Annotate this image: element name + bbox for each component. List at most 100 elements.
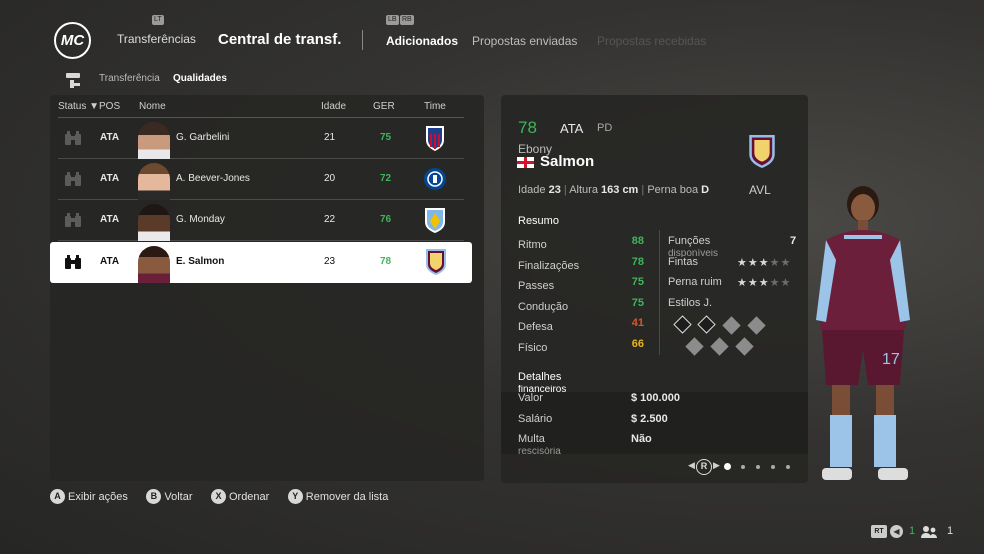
transfer-icon <box>64 69 84 89</box>
footer-actions: A Exibir ações B Voltar X Ordenar Y Remover … <box>50 488 402 506</box>
player-row[interactable]: ATA A. Beever-Jones 20 72 <box>58 159 464 200</box>
player-name: G. Garbelini <box>176 132 230 143</box>
section-label: Transferências <box>117 32 196 46</box>
lb-button-hint: LB <box>386 15 399 25</box>
aston-villa-crest-large-icon <box>749 134 775 169</box>
player-render: 17 <box>808 180 918 500</box>
svg-text:17: 17 <box>882 351 900 368</box>
player-row-selected[interactable]: ATA E. Salmon 23 78 <box>50 242 472 283</box>
weak-foot-label: Perna ruim <box>668 276 722 288</box>
player-name: E. Salmon <box>176 256 225 267</box>
page-dot-active[interactable] <box>724 463 731 470</box>
player-age: 20 <box>324 173 336 184</box>
b-button-icon[interactable]: B <box>146 489 162 505</box>
header-divider <box>362 30 363 50</box>
a-button-icon[interactable]: A <box>50 489 65 505</box>
value-label: Valor <box>518 392 543 404</box>
player-ovr: 72 <box>380 173 392 184</box>
right-stick-button[interactable]: R <box>696 459 712 475</box>
club-abbreviation: AVL <box>749 183 771 197</box>
subtab-qualidades[interactable]: Qualidades <box>173 73 227 84</box>
wage-label: Salário <box>518 413 553 425</box>
release-clause-sublabel: rescisória <box>518 447 561 454</box>
player-name: A. Beever-Jones <box>176 173 250 184</box>
blue-crest-icon <box>425 208 445 233</box>
column-pos[interactable]: POS <box>99 101 120 112</box>
page-title: Central de transf. <box>218 31 342 48</box>
scout-binoculars-icon <box>65 172 81 186</box>
column-age[interactable]: Idade <box>321 101 346 112</box>
player-age: 21 <box>324 132 336 143</box>
release-clause-label: Multa <box>518 433 545 445</box>
player-main-position: ATA <box>560 121 584 136</box>
value-amount: $ 100.000 <box>631 392 680 404</box>
attribute-row: Físico 66 <box>518 337 644 354</box>
page-dot[interactable] <box>741 465 745 469</box>
lt-button-hint: LT <box>152 15 164 25</box>
player-row[interactable]: ATA G. Monday 22 76 <box>58 200 464 241</box>
playstyles-label: Estilos J. <box>668 297 713 309</box>
page-dot[interactable] <box>771 465 775 469</box>
player-position: ATA <box>100 214 120 225</box>
player-last-name: Salmon <box>540 153 595 170</box>
action-voltar[interactable]: Voltar <box>164 491 192 503</box>
scout-binoculars-icon <box>65 213 81 227</box>
player-portrait <box>138 246 170 283</box>
attribute-row: Passes 75 <box>518 276 644 292</box>
functions-value: 7 <box>790 235 797 247</box>
tab-propostas-enviadas[interactable]: Propostas enviadas <box>472 34 577 48</box>
attribute-divider <box>659 230 660 355</box>
y-button-icon[interactable]: Y <box>287 489 303 505</box>
summary-title: Resumo <box>518 215 559 227</box>
attribute-row: Finalizações 78 <box>518 255 644 272</box>
players-count: 1 <box>947 525 954 537</box>
tab-propostas-recebidas[interactable]: Propostas recebidas <box>597 34 706 48</box>
action-exibir-acoes[interactable]: Exibir ações <box>68 491 128 503</box>
england-flag-icon <box>517 157 534 168</box>
attribute-row: Condução 75 <box>518 296 644 313</box>
player-position: ATA <box>100 173 120 184</box>
column-ovr[interactable]: GER <box>373 101 395 112</box>
tab-adicionados[interactable]: Adicionados <box>386 34 458 48</box>
column-club[interactable]: Time <box>424 101 446 112</box>
attribute-row: Defesa 41 <box>518 317 644 333</box>
player-ovr-large: 78 <box>518 118 537 137</box>
atletico-madrid-crest-icon <box>426 126 444 151</box>
x-button-icon[interactable]: X <box>210 489 226 505</box>
pager-right-arrow[interactable]: ▶ <box>713 460 720 471</box>
rb-button-hint: RB <box>400 15 414 25</box>
career-mode-logo: MC <box>54 22 91 59</box>
scout-binoculars-icon <box>65 131 81 145</box>
financial-title: Detalhes <box>518 371 562 383</box>
player-age: 23 <box>324 256 336 267</box>
action-ordenar[interactable]: Ordenar <box>229 491 269 503</box>
online-count: 1 <box>909 525 916 537</box>
attribute-list: Ritmo 88 Finalizações 78 Passes 75 Condução… <box>518 235 644 358</box>
release-clause-value: Não <box>631 433 652 445</box>
column-status[interactable]: Status ▼ <box>58 101 99 112</box>
people-icon <box>921 525 937 539</box>
player-alt-position: PD <box>597 122 613 134</box>
functions-label: Funções <box>668 235 711 247</box>
rt-button-icon[interactable]: RT <box>871 525 887 538</box>
column-name[interactable]: Nome <box>139 101 166 112</box>
back-arrow-icon[interactable]: ◀ <box>890 525 903 538</box>
subtab-transferencia[interactable]: Transferência <box>99 73 160 84</box>
player-name: G. Monday <box>176 214 225 225</box>
player-age: 22 <box>324 214 336 225</box>
player-row[interactable]: ATA G. Garbelini 21 75 <box>58 118 464 159</box>
scout-binoculars-icon <box>65 255 81 269</box>
page-dot[interactable] <box>756 465 760 469</box>
page-dot[interactable] <box>786 465 790 469</box>
financial-subtitle: financeiros <box>518 385 567 392</box>
player-bio-line: Idade 23 | Altura 163 cm | Perna boa D <box>518 184 710 196</box>
skill-moves-label: Fintas <box>668 256 698 268</box>
player-position: ATA <box>100 256 120 267</box>
action-remover-lista[interactable]: Remover da lista <box>306 491 389 503</box>
skill-moves-stars: ★★★★★ <box>737 257 792 269</box>
player-position: ATA <box>100 132 120 143</box>
player-portrait <box>138 122 170 159</box>
player-ovr: 78 <box>380 256 392 267</box>
player-portrait <box>138 204 170 241</box>
pager-left-arrow[interactable]: ◀ <box>688 460 695 471</box>
